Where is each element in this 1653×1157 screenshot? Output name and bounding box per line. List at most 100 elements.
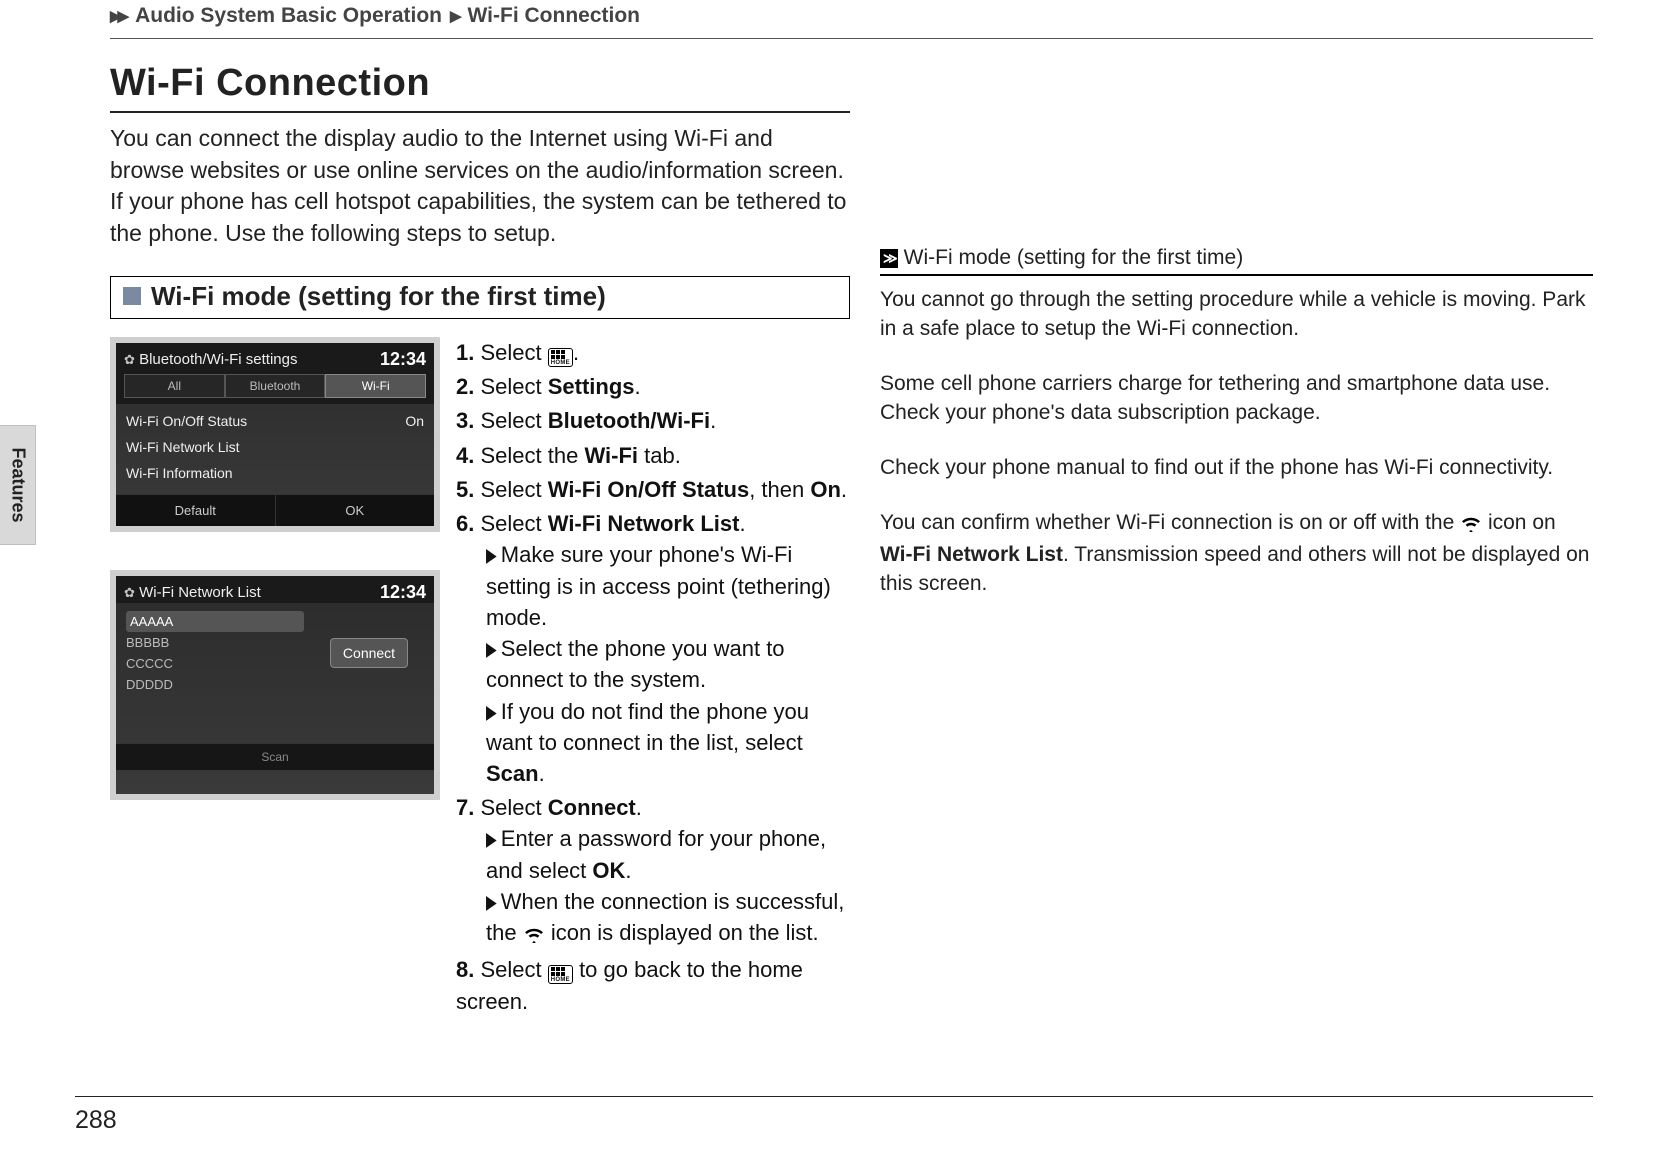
shot2-network-item-selected[interactable]: AAAAA: [126, 611, 304, 632]
step-5-bold-2: On: [810, 477, 841, 502]
shot1-tab-bluetooth[interactable]: Bluetooth: [225, 374, 326, 398]
step-3-text-a: Select: [480, 408, 547, 433]
intro-paragraph: You can connect the display audio to the…: [110, 123, 850, 250]
sidebox-heading: ≫ Wi-Fi mode (setting for the first time…: [880, 246, 1593, 276]
step-6-sub-3-text-a: If you do not find the phone you want to…: [486, 699, 809, 755]
step-8: 8. Select HOME to go back to the home sc…: [456, 954, 850, 1016]
step-6: 6. Select Wi-Fi Network List. ▶Make sure…: [456, 508, 850, 789]
section-heading: Wi-Fi mode (setting for the first time): [110, 276, 850, 319]
shot1-row-status[interactable]: Wi-Fi On/Off Status On: [126, 408, 424, 434]
step-5: 5. Select Wi-Fi On/Off Status, then On.: [456, 474, 850, 505]
side-tab-label: Features: [7, 447, 28, 522]
step-6-sub-3-bold: Scan: [486, 761, 539, 786]
shot1-ok-button[interactable]: OK: [275, 494, 435, 526]
step-7: 7. Select Connect. ▶Enter a password for…: [456, 792, 850, 951]
step-6-sub-2: ▶Select the phone you want to connect to…: [456, 633, 850, 695]
screenshot-bluetooth-wifi-settings: ✿ Bluetooth/Wi-Fi settings 12:34 All Blu…: [110, 337, 440, 532]
breadcrumb-arrow-icon: ▶: [450, 7, 458, 25]
shot2-clock: 12:34: [380, 582, 426, 603]
step-7-sub-1-bold: OK: [592, 858, 625, 883]
side-tab-features[interactable]: Features: [0, 425, 36, 545]
home-icon: HOME: [548, 348, 573, 367]
sidebox-p4-text-a: You can confirm whether Wi-Fi connection…: [880, 511, 1460, 534]
home-icon-label: HOME: [551, 360, 570, 366]
triangle-icon: ▶: [486, 826, 497, 854]
step-3-bold: Bluetooth/Wi-Fi: [548, 408, 710, 433]
shot2-network-item[interactable]: CCCCC: [126, 653, 304, 674]
shot2-scan-button[interactable]: Scan: [116, 743, 434, 770]
step-2-text-a: Select: [480, 374, 547, 399]
step-4-bold: Wi-Fi: [584, 443, 638, 468]
breadcrumb-l1: Audio System Basic Operation: [135, 4, 442, 28]
step-7-text-c: .: [636, 795, 642, 820]
step-6-sub-3-text-c: .: [539, 761, 545, 786]
step-6-sub-1: ▶Make sure your phone's Wi-Fi setting is…: [456, 539, 850, 633]
step-7-sub-2-text-b: icon is displayed on the list.: [545, 920, 819, 945]
step-6-sub-2-text: Select the phone you want to connect to …: [486, 636, 785, 692]
sidebox-p4-bold: Wi-Fi Network List: [880, 543, 1063, 566]
wifi-icon: [1460, 512, 1482, 541]
step-6-sub-3: ▶If you do not find the phone you want t…: [456, 696, 850, 790]
step-4-text-a: Select the: [480, 443, 584, 468]
gear-icon: ✿: [124, 585, 135, 600]
shot2-header: Wi-Fi Network List: [139, 584, 261, 601]
step-2: 2. Select Settings.: [456, 371, 850, 402]
shot1-header: Bluetooth/Wi-Fi settings: [139, 351, 297, 368]
shot1-status-value: On: [405, 413, 424, 429]
screenshot-wifi-network-list: ✿ Wi-Fi Network List 12:34 AAAAA BBBBB C…: [110, 570, 440, 800]
breadcrumb-rule: [110, 38, 1593, 39]
shot1-default-button[interactable]: Default: [116, 494, 275, 526]
step-3: 3. Select Bluetooth/Wi-Fi.: [456, 405, 850, 436]
shot1-tab-all[interactable]: All: [124, 374, 225, 398]
shot1-row-info[interactable]: Wi-Fi Information: [126, 460, 424, 486]
triangle-icon: ▶: [486, 889, 497, 917]
shot1-netlist-label: Wi-Fi Network List: [126, 439, 240, 455]
step-8-text-a: Select: [480, 957, 547, 982]
step-6-text-c: .: [739, 511, 745, 536]
step-7-text-a: Select: [480, 795, 547, 820]
shot1-info-label: Wi-Fi Information: [126, 465, 233, 481]
page-title: Wi-Fi Connection: [110, 62, 850, 105]
step-1: 1. Select HOME.: [456, 337, 850, 368]
step-2-text-c: .: [635, 374, 641, 399]
sidebox-p1: You cannot go through the setting proced…: [880, 286, 1593, 344]
sidebox-p2: Some cell phone carriers charge for teth…: [880, 370, 1593, 428]
page-footer-rule: [75, 1096, 1593, 1098]
step-5-text-e: .: [841, 477, 847, 502]
shot2-connect-button[interactable]: Connect: [330, 638, 408, 668]
triangle-icon: ▶: [486, 699, 497, 727]
shot1-clock: 12:34: [380, 349, 426, 370]
step-2-bold: Settings: [548, 374, 635, 399]
step-6-text-a: Select: [480, 511, 547, 536]
shot1-row-netlist[interactable]: Wi-Fi Network List: [126, 434, 424, 460]
sidebox-p4-text-b: icon on: [1482, 511, 1556, 534]
step-4-text-c: tab.: [638, 443, 681, 468]
section-heading-text: Wi-Fi mode (setting for the first time): [151, 281, 606, 312]
triangle-icon: ▶: [486, 636, 497, 664]
step-5-bold-1: Wi-Fi On/Off Status: [548, 477, 749, 502]
step-3-text-c: .: [710, 408, 716, 433]
step-1-text-a: Select: [480, 340, 547, 365]
breadcrumb-arrow-icon: ▶▶: [110, 7, 125, 25]
shot1-tab-wifi[interactable]: Wi-Fi: [325, 374, 426, 398]
gear-icon: ✿: [124, 352, 135, 367]
breadcrumb: ▶▶ Audio System Basic Operation ▶ Wi-Fi …: [110, 4, 640, 28]
shot2-network-item[interactable]: DDDDD: [126, 674, 304, 695]
triangle-icon: ▶: [486, 542, 497, 570]
step-5-text-a: Select: [480, 477, 547, 502]
sidebox-p4: You can confirm whether Wi-Fi connection…: [880, 509, 1593, 599]
step-6-bold: Wi-Fi Network List: [548, 511, 740, 536]
sidebox-marker-icon: ≫: [880, 249, 898, 268]
shot1-status-label: Wi-Fi On/Off Status: [126, 413, 247, 429]
wifi-icon: [523, 920, 545, 951]
step-7-sub-1-text-a: Enter a password for your phone, and sel…: [486, 826, 826, 882]
step-7-sub-2: ▶When the connection is successful, the …: [456, 886, 850, 951]
section-heading-square-icon: [123, 287, 141, 305]
shot2-network-item[interactable]: BBBBB: [126, 632, 304, 653]
step-7-sub-1-text-c: .: [625, 858, 631, 883]
breadcrumb-l2: Wi-Fi Connection: [468, 4, 640, 28]
sidebox-p3: Check your phone manual to find out if t…: [880, 454, 1593, 483]
step-6-sub-1-text: Make sure your phone's Wi-Fi setting is …: [486, 542, 831, 629]
step-5-text-c: , then: [749, 477, 810, 502]
step-4: 4. Select the Wi-Fi tab.: [456, 440, 850, 471]
